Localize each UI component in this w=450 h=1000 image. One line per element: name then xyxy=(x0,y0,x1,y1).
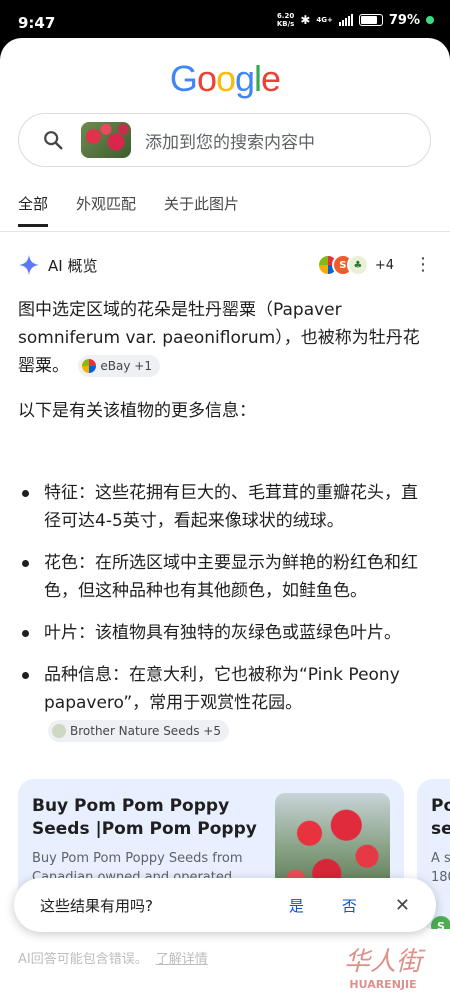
status-time: 9:47 xyxy=(18,14,56,32)
ai-disclaimer: AI回答可能包含错误。 了解详情 xyxy=(18,952,208,967)
logo-letter: g xyxy=(235,58,255,99)
google-lens-results-page: Google 添加到您的搜索内容中 全部 外观匹配 关于此图片 AI 概览 S … xyxy=(0,38,450,1000)
query-image-thumbnail[interactable] xyxy=(81,122,131,158)
tab-about-image[interactable]: 关于此图片 xyxy=(164,193,239,227)
ai-overview-title: AI 概览 xyxy=(48,256,98,275)
card-snippet: A s 180 xyxy=(431,851,450,885)
more-info-heading: 以下是有关该植物的更多信息： xyxy=(18,401,256,421)
feedback-question: 这些结果有用吗? xyxy=(40,896,153,915)
google-logo: Google xyxy=(0,58,450,100)
list-item: 品种信息：在意大利，它也被称为“Pink Peony papavero”，常用于… xyxy=(18,661,432,745)
network-speed: 6.20 KB/s xyxy=(276,12,295,28)
list-item: 花色：在所选区域中主要显示为鲜艳的粉红色和红色，但这种品种也有其他颜色，如鲑鱼色… xyxy=(18,549,432,605)
ai-sources[interactable]: S ♣ +4 xyxy=(316,254,394,276)
close-icon[interactable]: ✕ xyxy=(395,895,410,916)
tab-all[interactable]: 全部 xyxy=(18,193,49,227)
source-chip-ebay[interactable]: eBay +1 xyxy=(78,355,160,377)
svg-text:华人街: 华人街 xyxy=(344,947,426,977)
battery-icon xyxy=(358,14,383,26)
tab-divider xyxy=(0,231,450,232)
feedback-no-button[interactable]: 否 xyxy=(342,895,357,916)
feedback-bar: 这些结果有用吗? 是 否 ✕ xyxy=(14,878,436,932)
card-title: Buy Pom Pom Poppy Seeds |Pom Pom Poppy S… xyxy=(32,796,257,839)
search-bar[interactable]: 添加到您的搜索内容中 xyxy=(18,113,431,167)
tab-visual-matches[interactable]: 外观匹配 xyxy=(76,193,136,227)
more-options-icon[interactable]: ⋮ xyxy=(414,256,432,274)
signal-bars-icon xyxy=(338,14,353,26)
ebay-icon xyxy=(82,359,97,373)
logo-letter: l xyxy=(254,58,262,99)
ai-bullet-list: 特征：这些花拥有巨大的、毛茸茸的重瓣花头，直径可达4-5英寸，看起来像球状的绒球… xyxy=(18,479,432,759)
privacy-indicator-dot xyxy=(426,16,434,24)
svg-text:HUARENJIE: HUARENJIE xyxy=(349,978,416,991)
list-item: 特征：这些花拥有巨大的、毛茸茸的重瓣花头，直径可达4-5英寸，看起来像球状的绒球… xyxy=(18,479,432,535)
bluetooth-icon: ✱ xyxy=(300,13,311,27)
logo-letter: o xyxy=(215,58,236,99)
source-chip-brother-nature[interactable]: Brother Nature Seeds +5 xyxy=(48,720,229,742)
card-source-icon: S xyxy=(431,916,450,929)
results-tabs: 全部 外观匹配 关于此图片 xyxy=(18,193,239,227)
ai-overview-header: AI 概览 S ♣ +4 ⋮ xyxy=(18,251,432,279)
watermark-logo: 华人街 HUARENJIE xyxy=(344,947,426,991)
battery-percent: 79% xyxy=(388,12,420,28)
status-icons: 6.20 KB/s ✱ 4G+ 79% xyxy=(277,12,434,28)
search-icon xyxy=(39,126,67,154)
learn-more-link[interactable]: 了解详情 xyxy=(156,952,208,967)
sources-more-count: +4 xyxy=(374,257,394,273)
brother-nature-icon xyxy=(52,724,66,738)
card-title: Po se xyxy=(431,796,450,839)
logo-letter: G xyxy=(169,58,198,99)
seeds-source-icon: ♣ xyxy=(346,254,369,276)
feedback-yes-button[interactable]: 是 xyxy=(289,895,304,916)
logo-letter: e xyxy=(261,58,281,99)
ai-sparkle-icon xyxy=(18,254,40,276)
logo-letter: o xyxy=(196,58,217,99)
search-input[interactable]: 添加到您的搜索内容中 xyxy=(145,128,315,153)
ai-intro-paragraph: 图中选定区域的花朵是牡丹罂粟（Papaver somniferum var. p… xyxy=(18,300,420,377)
list-item: 叶片：该植物具有独特的灰绿色或蓝绿色叶片。 xyxy=(18,619,432,647)
signal-type: 4G+ xyxy=(316,16,333,24)
